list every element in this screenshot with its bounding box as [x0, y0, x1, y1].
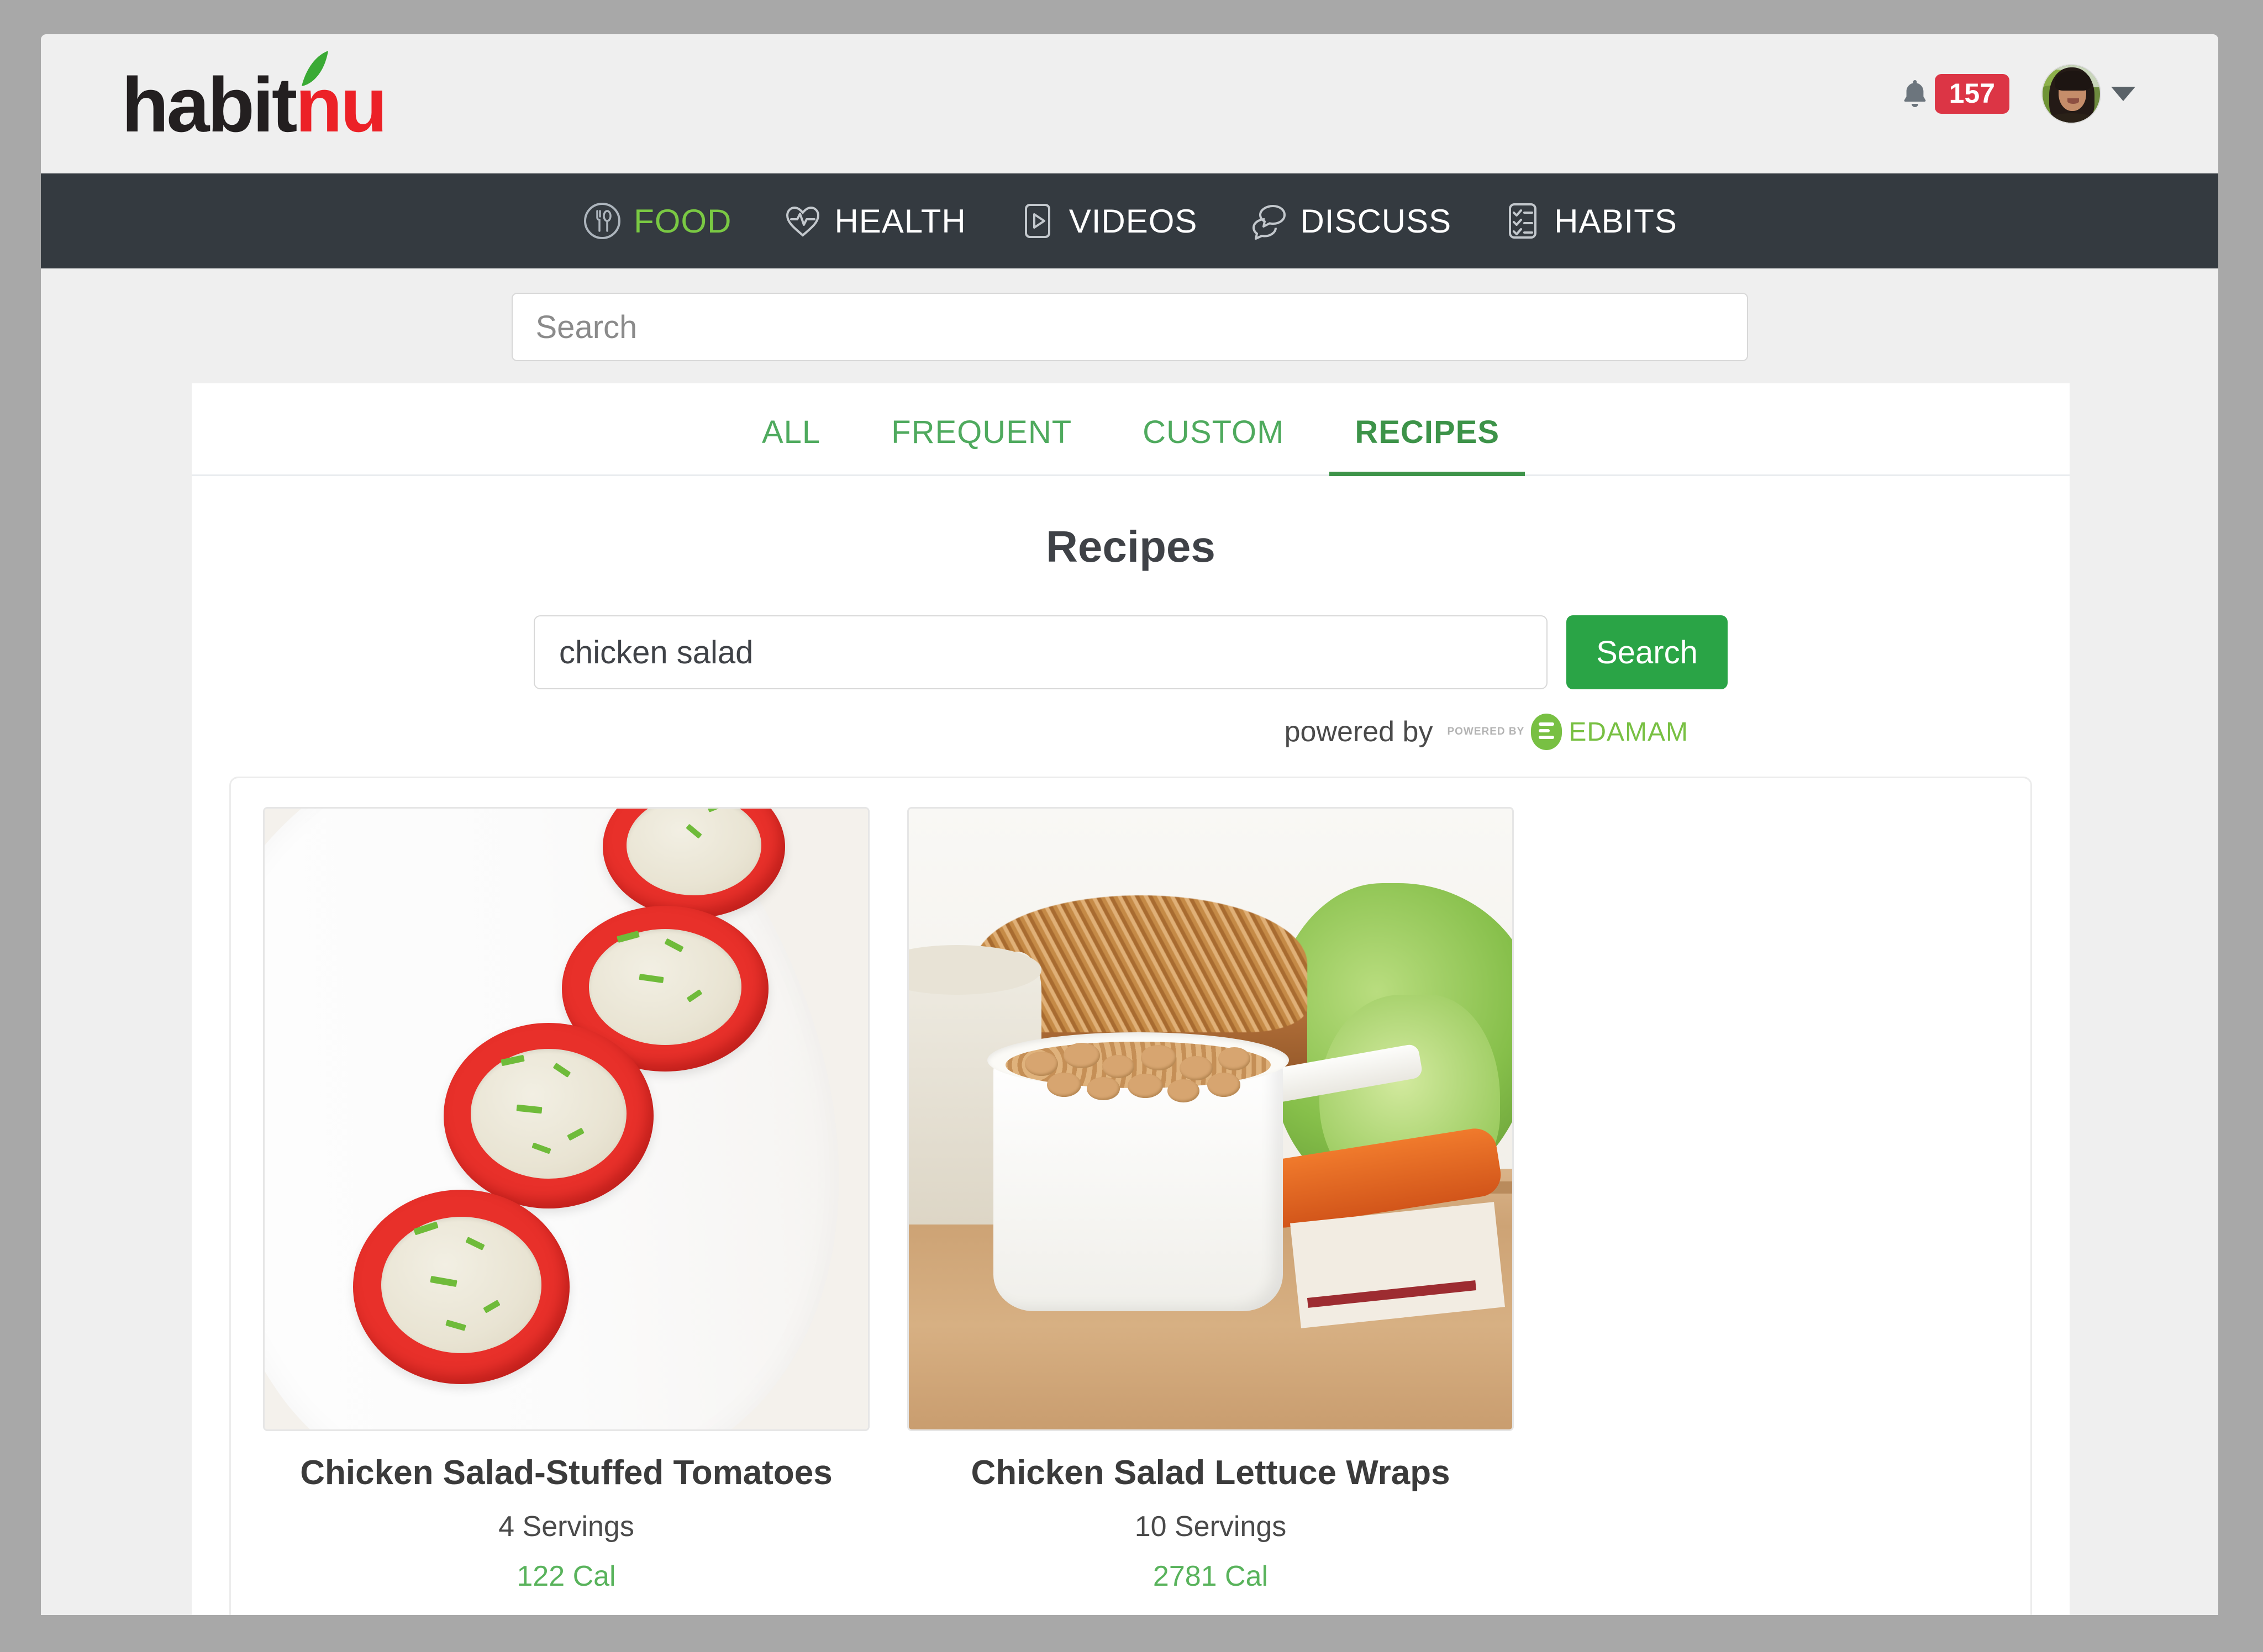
recipe-photo-stuffed-tomatoes[interactable]	[263, 807, 870, 1431]
recipe-card[interactable]: Chicken Salad-Stuffed Tomatoes 4 Serving…	[263, 807, 870, 1615]
nav-item-videos[interactable]: VIDEOS	[992, 200, 1223, 241]
recipe-link-prefix: See full recipe on	[1000, 1612, 1229, 1615]
chevron-down-icon[interactable]	[2111, 87, 2135, 101]
edamam-wordmark: EDAMAM	[1569, 717, 1688, 747]
global-search-row	[41, 268, 2218, 383]
tab-custom[interactable]: CUSTOM	[1117, 414, 1309, 476]
recipe-source-line[interactable]: See full recipe on EatingWell	[263, 1612, 870, 1615]
bell-icon[interactable]	[1901, 78, 1929, 110]
recipe-title: Chicken Salad Lettuce Wraps	[971, 1454, 1450, 1492]
powered-by-row: powered by POWERED BY EDAMAM	[192, 714, 1688, 750]
recipe-search-button[interactable]: Search	[1566, 615, 1728, 689]
nav-item-health[interactable]: HEALTH	[757, 200, 991, 241]
recipe-photo-lettuce-wraps[interactable]	[907, 807, 1514, 1431]
app-header: habitnu 157	[41, 34, 2218, 173]
user-menu[interactable]	[2041, 64, 2135, 124]
recipe-results: Chicken Salad-Stuffed Tomatoes 4 Serving…	[229, 777, 2032, 1615]
nav-item-food[interactable]: FOOD	[556, 200, 757, 241]
avatar[interactable]	[2041, 64, 2101, 124]
plate-utensils-icon	[584, 203, 621, 239]
app-window: habitnu 157 FOOD HEALTH VIDEOS DISCUSS H…	[41, 34, 2218, 1615]
edamam-small-label: POWERED BY	[1447, 726, 1525, 737]
tab-frequent[interactable]: FREQUENT	[866, 414, 1097, 476]
notification-badge: 157	[1934, 74, 2009, 114]
nav-item-discuss[interactable]: DISCUSS	[1223, 200, 1477, 241]
checklist-icon	[1509, 203, 1537, 239]
heart-pulse-icon	[786, 206, 820, 237]
recipe-link-prefix: See full recipe on	[383, 1612, 613, 1615]
recipe-calories: 2781 Cal	[1152, 1560, 1269, 1592]
recipe-title: Chicken Salad-Stuffed Tomatoes	[300, 1454, 833, 1492]
recipe-search-input[interactable]	[534, 615, 1548, 689]
recipe-card[interactable]: Chicken Salad Lettuce Wraps 10 Servings …	[907, 807, 1514, 1615]
recipe-source-link[interactable]: EatingWell	[613, 1612, 750, 1615]
leaf-icon	[302, 51, 328, 86]
recipe-source-link[interactable]: The Daily Meal	[1229, 1612, 1421, 1615]
nav-label-discuss: DISCUSS	[1300, 202, 1452, 240]
brand-logo[interactable]: habitnu	[122, 66, 387, 144]
notifications[interactable]: 157	[1901, 74, 2009, 114]
tab-all[interactable]: ALL	[736, 414, 846, 476]
recipe-search-row: Search	[192, 615, 2070, 689]
nav-label-videos: VIDEOS	[1069, 202, 1198, 240]
speech-bubbles-icon	[1252, 205, 1286, 240]
browser-frame: habitnu 157 FOOD HEALTH VIDEOS DISCUSS H…	[0, 0, 2263, 1652]
recipe-servings: 10 Servings	[1134, 1511, 1287, 1543]
powered-by-label: powered by	[1284, 716, 1433, 748]
edamam-badge: POWERED BY EDAMAM	[1447, 714, 1688, 750]
nav-label-health: HEALTH	[834, 202, 966, 240]
search-input[interactable]	[511, 293, 1748, 361]
tab-recipes[interactable]: RECIPES	[1329, 414, 1525, 476]
recipe-servings: 4 Servings	[498, 1511, 634, 1543]
header-actions: 157	[1901, 64, 2135, 124]
main-nav: FOOD HEALTH VIDEOS DISCUSS HABITS	[41, 173, 2218, 268]
brand-name-part1: habit	[122, 61, 297, 148]
food-tabs: ALL FREQUENT CUSTOM RECIPES	[192, 383, 2070, 476]
play-video-icon	[1024, 204, 1050, 238]
edamam-leaf-icon	[1531, 714, 1562, 750]
page-title: Recipes	[1046, 522, 1215, 571]
recipe-calories: 122 Cal	[517, 1560, 616, 1592]
content-panel: ALL FREQUENT CUSTOM RECIPES Recipes Sear…	[192, 383, 2070, 1615]
recipe-source-line[interactable]: See full recipe on The Daily Meal	[907, 1612, 1514, 1615]
nav-label-food: FOOD	[634, 202, 732, 240]
nav-label-habits: HABITS	[1554, 202, 1677, 240]
nav-item-habits[interactable]: HABITS	[1477, 200, 1703, 241]
